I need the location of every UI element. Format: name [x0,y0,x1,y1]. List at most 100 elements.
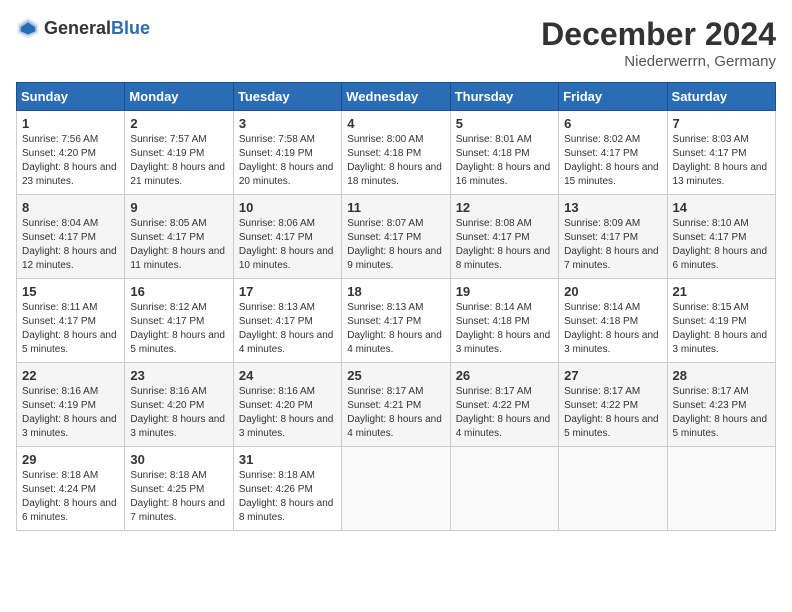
day-info: Sunrise: 8:03 AMSunset: 4:17 PMDaylight:… [673,134,768,187]
day-number: 7 [673,116,770,131]
day-number: 18 [347,284,444,299]
calendar-cell: 17 Sunrise: 8:13 AMSunset: 4:17 PMDaylig… [233,279,341,363]
calendar-cell: 13 Sunrise: 8:09 AMSunset: 4:17 PMDaylig… [559,195,667,279]
day-number: 5 [456,116,553,131]
day-number: 6 [564,116,661,131]
day-number: 19 [456,284,553,299]
day-number: 21 [673,284,770,299]
col-sunday: Sunday [17,83,125,111]
day-number: 1 [22,116,119,131]
day-info: Sunrise: 8:04 AMSunset: 4:17 PMDaylight:… [22,218,117,271]
day-number: 13 [564,200,661,215]
calendar-cell: 10 Sunrise: 8:06 AMSunset: 4:17 PMDaylig… [233,195,341,279]
logo-icon [16,16,40,40]
day-number: 24 [239,368,336,383]
day-info: Sunrise: 8:09 AMSunset: 4:17 PMDaylight:… [564,218,659,271]
day-info: Sunrise: 8:18 AMSunset: 4:26 PMDaylight:… [239,470,334,523]
calendar-cell: 21 Sunrise: 8:15 AMSunset: 4:19 PMDaylig… [667,279,775,363]
calendar-week-row: 29 Sunrise: 8:18 AMSunset: 4:24 PMDaylig… [17,447,776,531]
calendar-cell: 15 Sunrise: 8:11 AMSunset: 4:17 PMDaylig… [17,279,125,363]
calendar-cell: 24 Sunrise: 8:16 AMSunset: 4:20 PMDaylig… [233,363,341,447]
day-number: 15 [22,284,119,299]
calendar-cell: 31 Sunrise: 8:18 AMSunset: 4:26 PMDaylig… [233,447,341,531]
day-info: Sunrise: 8:17 AMSunset: 4:23 PMDaylight:… [673,386,768,439]
calendar-week-row: 15 Sunrise: 8:11 AMSunset: 4:17 PMDaylig… [17,279,776,363]
col-thursday: Thursday [450,83,558,111]
col-friday: Friday [559,83,667,111]
calendar-cell: 27 Sunrise: 8:17 AMSunset: 4:22 PMDaylig… [559,363,667,447]
day-info: Sunrise: 8:00 AMSunset: 4:18 PMDaylight:… [347,134,442,187]
calendar-cell: 22 Sunrise: 8:16 AMSunset: 4:19 PMDaylig… [17,363,125,447]
day-info: Sunrise: 8:02 AMSunset: 4:17 PMDaylight:… [564,134,659,187]
day-info: Sunrise: 7:57 AMSunset: 4:19 PMDaylight:… [130,134,225,187]
day-info: Sunrise: 7:58 AMSunset: 4:19 PMDaylight:… [239,134,334,187]
calendar-cell: 19 Sunrise: 8:14 AMSunset: 4:18 PMDaylig… [450,279,558,363]
calendar-cell: 4 Sunrise: 8:00 AMSunset: 4:18 PMDayligh… [342,111,450,195]
col-saturday: Saturday [667,83,775,111]
day-info: Sunrise: 8:16 AMSunset: 4:20 PMDaylight:… [239,386,334,439]
calendar-cell: 7 Sunrise: 8:03 AMSunset: 4:17 PMDayligh… [667,111,775,195]
day-number: 26 [456,368,553,383]
day-info: Sunrise: 8:16 AMSunset: 4:20 PMDaylight:… [130,386,225,439]
calendar-cell: 14 Sunrise: 8:10 AMSunset: 4:17 PMDaylig… [667,195,775,279]
day-info: Sunrise: 8:17 AMSunset: 4:21 PMDaylight:… [347,386,442,439]
col-monday: Monday [125,83,233,111]
day-number: 20 [564,284,661,299]
day-info: Sunrise: 8:14 AMSunset: 4:18 PMDaylight:… [456,302,551,355]
location-title: Niederwerrn, Germany [541,53,776,70]
calendar-cell [342,447,450,531]
calendar-cell: 5 Sunrise: 8:01 AMSunset: 4:18 PMDayligh… [450,111,558,195]
calendar-header-row: Sunday Monday Tuesday Wednesday Thursday… [17,83,776,111]
day-info: Sunrise: 8:14 AMSunset: 4:18 PMDaylight:… [564,302,659,355]
day-info: Sunrise: 8:05 AMSunset: 4:17 PMDaylight:… [130,218,225,271]
calendar-cell [667,447,775,531]
logo-general: General [44,18,111,38]
day-number: 9 [130,200,227,215]
day-info: Sunrise: 8:17 AMSunset: 4:22 PMDaylight:… [456,386,551,439]
day-number: 3 [239,116,336,131]
day-number: 16 [130,284,227,299]
logo-text: GeneralBlue [44,18,150,39]
calendar-cell: 23 Sunrise: 8:16 AMSunset: 4:20 PMDaylig… [125,363,233,447]
day-number: 8 [22,200,119,215]
calendar-cell: 2 Sunrise: 7:57 AMSunset: 4:19 PMDayligh… [125,111,233,195]
day-number: 10 [239,200,336,215]
day-number: 27 [564,368,661,383]
day-number: 11 [347,200,444,215]
logo: GeneralBlue [16,16,150,40]
day-info: Sunrise: 7:56 AMSunset: 4:20 PMDaylight:… [22,134,117,187]
title-block: December 2024 Niederwerrn, Germany [541,16,776,70]
calendar-cell: 6 Sunrise: 8:02 AMSunset: 4:17 PMDayligh… [559,111,667,195]
day-info: Sunrise: 8:06 AMSunset: 4:17 PMDaylight:… [239,218,334,271]
day-info: Sunrise: 8:13 AMSunset: 4:17 PMDaylight:… [347,302,442,355]
calendar-cell: 29 Sunrise: 8:18 AMSunset: 4:24 PMDaylig… [17,447,125,531]
day-info: Sunrise: 8:15 AMSunset: 4:19 PMDaylight:… [673,302,768,355]
day-number: 29 [22,452,119,467]
day-number: 17 [239,284,336,299]
calendar-week-row: 22 Sunrise: 8:16 AMSunset: 4:19 PMDaylig… [17,363,776,447]
day-info: Sunrise: 8:13 AMSunset: 4:17 PMDaylight:… [239,302,334,355]
calendar-cell: 12 Sunrise: 8:08 AMSunset: 4:17 PMDaylig… [450,195,558,279]
day-info: Sunrise: 8:01 AMSunset: 4:18 PMDaylight:… [456,134,551,187]
day-info: Sunrise: 8:12 AMSunset: 4:17 PMDaylight:… [130,302,225,355]
day-info: Sunrise: 8:07 AMSunset: 4:17 PMDaylight:… [347,218,442,271]
calendar-cell: 18 Sunrise: 8:13 AMSunset: 4:17 PMDaylig… [342,279,450,363]
calendar-week-row: 1 Sunrise: 7:56 AMSunset: 4:20 PMDayligh… [17,111,776,195]
calendar-cell: 28 Sunrise: 8:17 AMSunset: 4:23 PMDaylig… [667,363,775,447]
calendar-cell: 11 Sunrise: 8:07 AMSunset: 4:17 PMDaylig… [342,195,450,279]
calendar-cell: 25 Sunrise: 8:17 AMSunset: 4:21 PMDaylig… [342,363,450,447]
logo-blue: Blue [111,18,150,38]
calendar-cell [450,447,558,531]
day-number: 14 [673,200,770,215]
page-header: GeneralBlue December 2024 Niederwerrn, G… [16,16,776,70]
day-info: Sunrise: 8:18 AMSunset: 4:25 PMDaylight:… [130,470,225,523]
calendar-cell: 3 Sunrise: 7:58 AMSunset: 4:19 PMDayligh… [233,111,341,195]
calendar-cell: 8 Sunrise: 8:04 AMSunset: 4:17 PMDayligh… [17,195,125,279]
day-number: 2 [130,116,227,131]
calendar-cell: 30 Sunrise: 8:18 AMSunset: 4:25 PMDaylig… [125,447,233,531]
calendar-cell: 16 Sunrise: 8:12 AMSunset: 4:17 PMDaylig… [125,279,233,363]
day-number: 30 [130,452,227,467]
day-number: 4 [347,116,444,131]
col-tuesday: Tuesday [233,83,341,111]
calendar-cell: 20 Sunrise: 8:14 AMSunset: 4:18 PMDaylig… [559,279,667,363]
